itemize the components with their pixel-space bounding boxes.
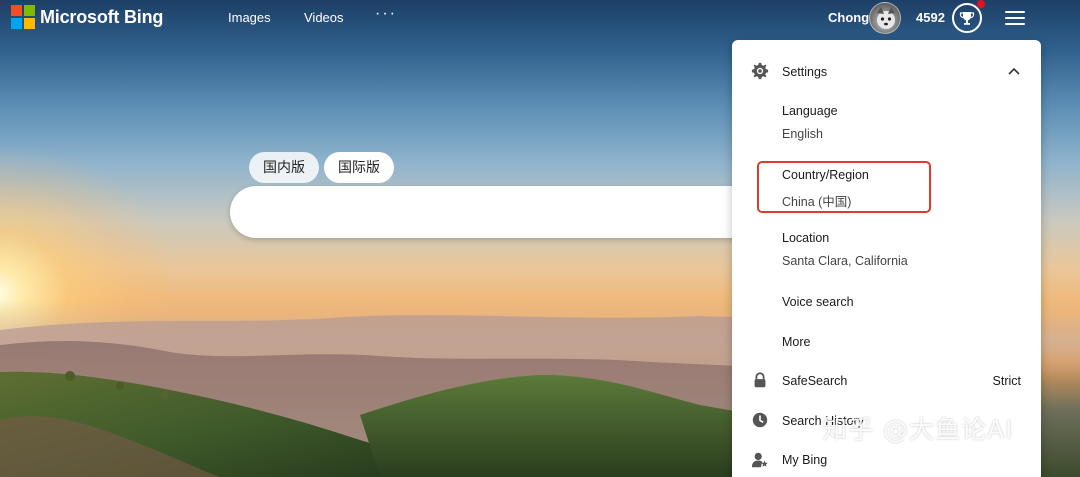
brand-name: Microsoft Bing — [40, 6, 164, 27]
user-star-icon — [751, 452, 768, 468]
region-tabs: 国内版 国际版 — [249, 152, 394, 183]
notification-dot — [977, 0, 985, 8]
trophy-icon[interactable] — [952, 3, 982, 33]
language-value: English — [782, 127, 823, 141]
hamburger-icon[interactable] — [1005, 11, 1025, 25]
user-name[interactable]: Chong — [828, 10, 869, 25]
voice-search-item[interactable]: Voice search — [782, 295, 854, 309]
lock-icon — [754, 372, 766, 388]
more-item[interactable]: More — [782, 335, 810, 349]
nav-videos-link[interactable]: Videos — [304, 10, 344, 25]
bing-logo-link[interactable]: Microsoft Bing — [11, 5, 163, 29]
more-options-button[interactable]: ··· — [375, 5, 397, 23]
watermark-text: 知乎 @大鱼论AI — [822, 415, 1014, 444]
nav-images-link[interactable]: Images — [228, 10, 271, 25]
gear-icon — [751, 62, 769, 80]
tab-international-edition[interactable]: 国际版 — [324, 152, 394, 183]
safesearch-item[interactable]: SafeSearch — [782, 374, 847, 388]
microsoft-logo-icon — [11, 5, 35, 29]
chevron-up-icon[interactable] — [1008, 67, 1020, 75]
safesearch-value: Strict — [992, 374, 1021, 388]
tab-china-edition[interactable]: 国内版 — [249, 152, 319, 183]
top-bar: Microsoft Bing Images Videos ··· Chong 4… — [0, 0, 1080, 36]
clock-icon — [752, 412, 768, 428]
location-label[interactable]: Location — [782, 231, 829, 245]
my-bing-item[interactable]: My Bing — [782, 453, 827, 467]
rewards-points[interactable]: 4592 — [916, 10, 945, 25]
settings-header[interactable]: Settings — [782, 65, 827, 79]
avatar[interactable] — [869, 2, 901, 34]
language-label[interactable]: Language — [782, 104, 838, 118]
location-value: Santa Clara, California — [782, 254, 908, 268]
highlight-box — [757, 161, 931, 213]
